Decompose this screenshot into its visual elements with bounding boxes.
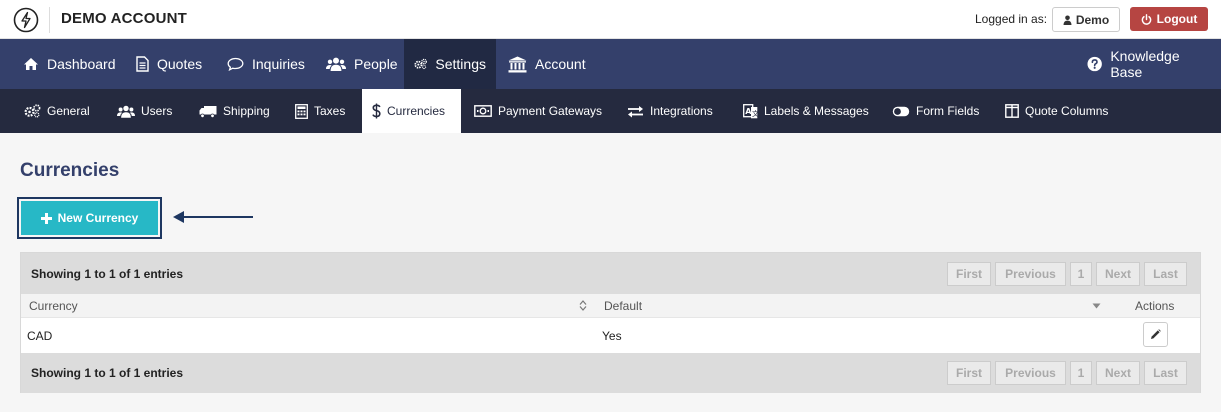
users-icon <box>326 57 346 71</box>
tab-users[interactable]: Users <box>107 89 182 133</box>
top-bar: DEMO ACCOUNT Logged in as: Demo Logout <box>0 0 1221 39</box>
pager-last[interactable]: Last <box>1144 361 1187 385</box>
document-icon <box>136 56 149 72</box>
nav-quotes[interactable]: Quotes <box>126 39 212 89</box>
new-currency-label: New Currency <box>57 211 139 225</box>
users-icon <box>117 105 135 118</box>
new-currency-button[interactable]: New Currency <box>21 201 158 235</box>
column-currency[interactable]: Currency <box>29 299 78 313</box>
nav-dashboard[interactable]: Dashboard <box>13 39 126 89</box>
pager-first[interactable]: First <box>947 361 991 385</box>
lightning-logo-icon[interactable] <box>13 7 39 33</box>
pager-previous[interactable]: Previous <box>995 361 1066 385</box>
user-icon <box>1063 15 1072 25</box>
nav-label: Knowledge Base <box>1110 48 1180 80</box>
pointer-arrow-icon <box>173 211 253 223</box>
currencies-table: Showing 1 to 1 of 1 entries First Previo… <box>20 252 1201 393</box>
truck-icon <box>199 105 217 118</box>
table-column-header: Currency Default Actions <box>21 294 1200 318</box>
tab-shipping[interactable]: Shipping <box>189 89 280 133</box>
tab-label: Labels & Messages <box>764 104 869 118</box>
tab-label: General <box>47 104 90 118</box>
tab-label: Payment Gateways <box>498 104 603 118</box>
money-icon <box>474 105 492 117</box>
tab-form-fields[interactable]: Form Fields <box>882 89 989 133</box>
cell-currency: CAD <box>27 329 53 343</box>
speech-bubble-icon <box>227 57 244 71</box>
logo-divider <box>49 7 50 33</box>
nav-account[interactable]: Account <box>498 39 596 89</box>
logout-button[interactable]: Logout <box>1130 7 1208 31</box>
tab-label: Currencies <box>387 104 446 118</box>
logged-in-label: Logged in as: <box>975 12 1048 26</box>
account-title: DEMO ACCOUNT <box>61 10 188 27</box>
pagination-top: First Previous 1 Next Last <box>947 262 1187 286</box>
gears-icon <box>414 58 427 70</box>
nav-knowledge-base[interactable]: Knowledge Base <box>1077 39 1221 89</box>
power-icon <box>1141 13 1151 25</box>
nav-people[interactable]: People <box>316 39 408 89</box>
columns-icon <box>1005 104 1019 118</box>
plus-icon <box>40 212 52 224</box>
showing-entries: Showing 1 to 1 of 1 entries <box>31 267 184 281</box>
showing-entries: Showing 1 to 1 of 1 entries <box>31 366 184 380</box>
question-circle-icon <box>1087 56 1102 72</box>
pager-next[interactable]: Next <box>1096 361 1140 385</box>
calculator-icon <box>295 103 308 119</box>
pencil-icon <box>1151 329 1161 339</box>
tab-label: Users <box>141 104 173 118</box>
pagination-bottom: First Previous 1 Next Last <box>947 361 1187 385</box>
tab-label: Integrations <box>650 104 713 118</box>
pager-last[interactable]: Last <box>1144 262 1187 286</box>
tab-integrations[interactable]: Integrations <box>617 89 723 133</box>
tab-labels-messages[interactable]: A文 Labels & Messages <box>733 89 879 133</box>
nav-inquiries[interactable]: Inquiries <box>217 39 315 89</box>
tab-taxes[interactable]: Taxes <box>285 89 355 133</box>
pager-previous[interactable]: Previous <box>995 262 1066 286</box>
page-title: Currencies <box>20 160 120 181</box>
nav-label: People <box>354 56 398 72</box>
nav-label: Account <box>535 56 586 72</box>
pager-next[interactable]: Next <box>1096 262 1140 286</box>
nav-label: Inquiries <box>252 56 305 72</box>
translate-icon: A文 <box>743 103 758 118</box>
home-icon <box>24 58 38 70</box>
toggle-icon <box>892 106 910 116</box>
column-actions: Actions <box>1135 299 1175 313</box>
table-header-bar: Showing 1 to 1 of 1 entries First Previo… <box>21 253 1200 294</box>
user-name: Demo <box>1075 12 1110 27</box>
sort-both-icon[interactable] <box>579 300 587 311</box>
table-row: CAD Yes <box>21 318 1200 353</box>
column-default[interactable]: Default <box>604 299 642 313</box>
main-nav: Dashboard Quotes Inquiries People Settin… <box>0 39 1221 89</box>
nav-label: Quotes <box>157 56 203 72</box>
svg-text:文: 文 <box>752 109 758 118</box>
tab-label: Shipping <box>223 104 270 118</box>
tab-payment-gateways[interactable]: Payment Gateways <box>464 89 612 133</box>
bank-icon <box>508 56 527 72</box>
settings-sub-nav: General Users Shipping Taxes Currencies … <box>0 89 1221 133</box>
pager-page-1[interactable]: 1 <box>1070 262 1092 286</box>
tab-currencies[interactable]: Currencies <box>362 89 461 133</box>
pager-first[interactable]: First <box>947 262 991 286</box>
new-currency-highlight: New Currency <box>17 197 162 239</box>
cell-default: Yes <box>602 329 622 343</box>
tab-label: Taxes <box>314 104 346 118</box>
tab-general[interactable]: General <box>14 89 100 133</box>
user-button[interactable]: Demo <box>1052 7 1120 32</box>
pager-page-1[interactable]: 1 <box>1070 361 1092 385</box>
sort-desc-icon[interactable] <box>1092 303 1101 309</box>
exchange-icon <box>628 105 643 117</box>
dollar-icon <box>372 103 381 119</box>
table-footer-bar: Showing 1 to 1 of 1 entries First Previo… <box>21 353 1200 393</box>
nav-label: Settings <box>435 56 486 72</box>
tab-quote-columns[interactable]: Quote Columns <box>995 89 1118 133</box>
tab-label: Quote Columns <box>1025 104 1109 118</box>
tab-label: Form Fields <box>916 104 980 118</box>
nav-label: Dashboard <box>47 56 116 72</box>
edit-button[interactable] <box>1143 322 1168 347</box>
logout-label: Logout <box>1156 12 1198 26</box>
nav-settings[interactable]: Settings <box>404 39 496 89</box>
gears-icon <box>24 104 41 118</box>
